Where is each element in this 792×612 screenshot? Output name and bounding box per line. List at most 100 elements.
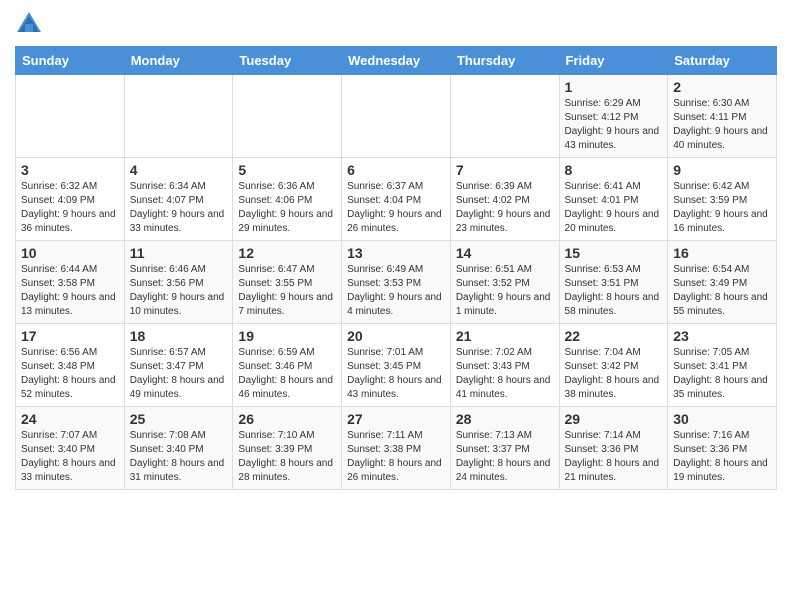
day-number: 25 <box>130 411 228 427</box>
day-number: 12 <box>238 245 336 261</box>
day-number: 30 <box>673 411 771 427</box>
day-number: 4 <box>130 162 228 178</box>
day-number: 28 <box>456 411 554 427</box>
day-number: 16 <box>673 245 771 261</box>
day-cell: 22 Sunrise: 7:04 AM Sunset: 3:42 PM Dayli… <box>559 324 668 407</box>
day-info: Sunrise: 6:49 AM Sunset: 3:53 PM Dayligh… <box>347 263 445 319</box>
day-number: 5 <box>238 162 336 178</box>
week-row-3: 10Sunrise: 6:44 AM Sunset: 3:58 PM Dayli… <box>16 241 777 324</box>
day-number: 17 <box>21 328 119 344</box>
day-info: Sunrise: 7:16 AM Sunset: 3:36 PM Dayligh… <box>673 429 771 485</box>
day-cell: 16 Sunrise: 6:54 AM Sunset: 3:49 PM Dayli… <box>668 241 777 324</box>
day-cell: 30 Sunrise: 7:16 AM Sunset: 3:36 PM Dayli… <box>668 407 777 490</box>
weekday-header-monday: Monday <box>124 47 233 75</box>
day-cell: 28Sunrise: 7:13 AM Sunset: 3:37 PM Dayli… <box>450 407 559 490</box>
day-info: Sunrise: 6:47 AM Sunset: 3:55 PM Dayligh… <box>238 263 336 319</box>
day-number: 14 <box>456 245 554 261</box>
day-info: Sunrise: 6:54 AM Sunset: 3:49 PM Dayligh… <box>673 263 771 319</box>
day-cell: 26 Sunrise: 7:10 AM Sunset: 3:39 PM Dayli… <box>233 407 342 490</box>
day-info: Sunrise: 7:02 AM Sunset: 3:43 PM Dayligh… <box>456 346 554 402</box>
day-cell: 29Sunrise: 7:14 AM Sunset: 3:36 PM Dayli… <box>559 407 668 490</box>
day-cell: 11Sunrise: 6:46 AM Sunset: 3:56 PM Dayli… <box>124 241 233 324</box>
week-row-5: 24 Sunrise: 7:07 AM Sunset: 3:40 PM Dayli… <box>16 407 777 490</box>
day-number: 11 <box>130 245 228 261</box>
week-row-2: 3 Sunrise: 6:32 AM Sunset: 4:09 PM Daylig… <box>16 158 777 241</box>
weekday-header-sunday: Sunday <box>16 47 125 75</box>
day-cell: 6 Sunrise: 6:37 AM Sunset: 4:04 PM Daylig… <box>342 158 451 241</box>
calendar-table: SundayMondayTuesdayWednesdayThursdayFrid… <box>15 46 777 490</box>
logo-icon <box>15 10 43 38</box>
day-cell: 4 Sunrise: 6:34 AM Sunset: 4:07 PM Daylig… <box>124 158 233 241</box>
day-cell: 25 Sunrise: 7:08 AM Sunset: 3:40 PM Dayli… <box>124 407 233 490</box>
weekday-header-row: SundayMondayTuesdayWednesdayThursdayFrid… <box>16 47 777 75</box>
day-cell <box>124 75 233 158</box>
day-number: 27 <box>347 411 445 427</box>
weekday-header-thursday: Thursday <box>450 47 559 75</box>
day-info: Sunrise: 6:57 AM Sunset: 3:47 PM Dayligh… <box>130 346 228 402</box>
day-info: Sunrise: 7:08 AM Sunset: 3:40 PM Dayligh… <box>130 429 228 485</box>
week-row-4: 17 Sunrise: 6:56 AM Sunset: 3:48 PM Dayli… <box>16 324 777 407</box>
day-info: Sunrise: 6:56 AM Sunset: 3:48 PM Dayligh… <box>21 346 119 402</box>
day-info: Sunrise: 6:42 AM Sunset: 3:59 PM Dayligh… <box>673 180 771 236</box>
day-number: 23 <box>673 328 771 344</box>
day-number: 1 <box>565 79 663 95</box>
day-info: Sunrise: 6:53 AM Sunset: 3:51 PM Dayligh… <box>565 263 663 319</box>
day-cell: 21Sunrise: 7:02 AM Sunset: 3:43 PM Dayli… <box>450 324 559 407</box>
day-number: 24 <box>21 411 119 427</box>
day-cell: 17 Sunrise: 6:56 AM Sunset: 3:48 PM Dayli… <box>16 324 125 407</box>
day-cell: 10Sunrise: 6:44 AM Sunset: 3:58 PM Dayli… <box>16 241 125 324</box>
day-cell: 15 Sunrise: 6:53 AM Sunset: 3:51 PM Dayli… <box>559 241 668 324</box>
day-number: 8 <box>565 162 663 178</box>
day-info: Sunrise: 6:34 AM Sunset: 4:07 PM Dayligh… <box>130 180 228 236</box>
page-header <box>15 10 777 38</box>
day-info: Sunrise: 7:11 AM Sunset: 3:38 PM Dayligh… <box>347 429 445 485</box>
day-number: 18 <box>130 328 228 344</box>
day-number: 6 <box>347 162 445 178</box>
day-info: Sunrise: 6:41 AM Sunset: 4:01 PM Dayligh… <box>565 180 663 236</box>
day-number: 9 <box>673 162 771 178</box>
day-info: Sunrise: 7:10 AM Sunset: 3:39 PM Dayligh… <box>238 429 336 485</box>
logo <box>15 10 47 38</box>
day-cell: 3 Sunrise: 6:32 AM Sunset: 4:09 PM Daylig… <box>16 158 125 241</box>
day-info: Sunrise: 6:37 AM Sunset: 4:04 PM Dayligh… <box>347 180 445 236</box>
day-cell: 18 Sunrise: 6:57 AM Sunset: 3:47 PM Dayli… <box>124 324 233 407</box>
day-info: Sunrise: 6:59 AM Sunset: 3:46 PM Dayligh… <box>238 346 336 402</box>
day-cell: 12 Sunrise: 6:47 AM Sunset: 3:55 PM Dayli… <box>233 241 342 324</box>
day-cell: 24 Sunrise: 7:07 AM Sunset: 3:40 PM Dayli… <box>16 407 125 490</box>
day-cell: 20 Sunrise: 7:01 AM Sunset: 3:45 PM Dayli… <box>342 324 451 407</box>
day-cell: 2 Sunrise: 6:30 AM Sunset: 4:11 PM Daylig… <box>668 75 777 158</box>
day-info: Sunrise: 6:29 AM Sunset: 4:12 PM Dayligh… <box>565 97 663 153</box>
day-number: 20 <box>347 328 445 344</box>
day-cell: 27 Sunrise: 7:11 AM Sunset: 3:38 PM Dayli… <box>342 407 451 490</box>
day-info: Sunrise: 6:39 AM Sunset: 4:02 PM Dayligh… <box>456 180 554 236</box>
day-info: Sunrise: 6:32 AM Sunset: 4:09 PM Dayligh… <box>21 180 119 236</box>
calendar-page: SundayMondayTuesdayWednesdayThursdayFrid… <box>0 0 792 500</box>
day-info: Sunrise: 6:44 AM Sunset: 3:58 PM Dayligh… <box>21 263 119 319</box>
day-number: 22 <box>565 328 663 344</box>
day-cell <box>342 75 451 158</box>
weekday-header-tuesday: Tuesday <box>233 47 342 75</box>
day-number: 7 <box>456 162 554 178</box>
day-number: 2 <box>673 79 771 95</box>
day-info: Sunrise: 7:14 AM Sunset: 3:36 PM Dayligh… <box>565 429 663 485</box>
day-cell: 23 Sunrise: 7:05 AM Sunset: 3:41 PM Dayli… <box>668 324 777 407</box>
day-number: 19 <box>238 328 336 344</box>
day-info: Sunrise: 7:05 AM Sunset: 3:41 PM Dayligh… <box>673 346 771 402</box>
day-info: Sunrise: 6:51 AM Sunset: 3:52 PM Dayligh… <box>456 263 554 319</box>
day-number: 26 <box>238 411 336 427</box>
day-cell <box>233 75 342 158</box>
day-info: Sunrise: 7:01 AM Sunset: 3:45 PM Dayligh… <box>347 346 445 402</box>
weekday-header-wednesday: Wednesday <box>342 47 451 75</box>
day-number: 13 <box>347 245 445 261</box>
day-info: Sunrise: 7:04 AM Sunset: 3:42 PM Dayligh… <box>565 346 663 402</box>
day-info: Sunrise: 7:07 AM Sunset: 3:40 PM Dayligh… <box>21 429 119 485</box>
day-cell <box>450 75 559 158</box>
day-cell: 8 Sunrise: 6:41 AM Sunset: 4:01 PM Daylig… <box>559 158 668 241</box>
day-number: 3 <box>21 162 119 178</box>
weekday-header-friday: Friday <box>559 47 668 75</box>
day-cell: 7 Sunrise: 6:39 AM Sunset: 4:02 PM Daylig… <box>450 158 559 241</box>
day-info: Sunrise: 6:36 AM Sunset: 4:06 PM Dayligh… <box>238 180 336 236</box>
day-info: Sunrise: 6:30 AM Sunset: 4:11 PM Dayligh… <box>673 97 771 153</box>
day-number: 15 <box>565 245 663 261</box>
day-cell: 5 Sunrise: 6:36 AM Sunset: 4:06 PM Daylig… <box>233 158 342 241</box>
